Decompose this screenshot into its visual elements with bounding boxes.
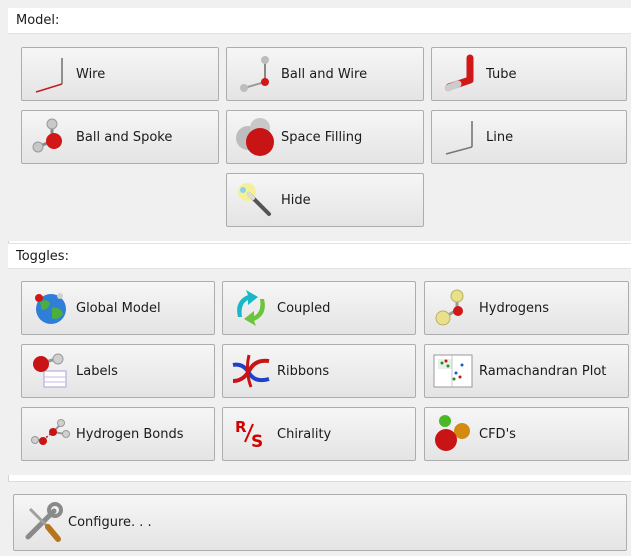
hydrogens-label: Hydrogens	[479, 300, 549, 316]
labels-label: Labels	[76, 363, 118, 379]
ramachandran-plot-button[interactable]: Ramachandran Plot	[424, 344, 629, 398]
globe-icon	[28, 286, 72, 330]
hydrogen-bonds-button[interactable]: Hydrogen Bonds	[21, 407, 215, 461]
configure-button[interactable]: Configure. . .	[13, 494, 627, 551]
space-filling-label: Space Filling	[281, 129, 363, 145]
ramachandran-plot-icon	[431, 349, 475, 393]
toggles-section-title: Toggles:	[16, 249, 69, 264]
line-icon	[438, 115, 482, 159]
coupled-button[interactable]: Coupled	[222, 281, 416, 335]
space-filling-button[interactable]: Space Filling	[226, 110, 424, 164]
model-section-body: Wire Ball and Wire Tube Ball and Spoke S…	[8, 34, 631, 241]
ribbon-helix-icon	[229, 349, 273, 393]
labels-icon	[28, 349, 72, 393]
svg-text:R: R	[235, 418, 247, 436]
wire-icon	[28, 52, 72, 96]
tube-label: Tube	[486, 66, 517, 82]
hydrogens-button[interactable]: Hydrogens	[424, 281, 629, 335]
ribbons-button[interactable]: Ribbons	[222, 344, 416, 398]
tube-button[interactable]: Tube	[431, 47, 627, 101]
cfds-label: CFD's	[479, 426, 516, 442]
wire-button[interactable]: Wire	[21, 47, 219, 101]
hydrogen-atoms-icon	[431, 286, 475, 330]
chirality-label: Chirality	[277, 426, 332, 442]
wrench-screwdriver-icon	[20, 501, 64, 545]
line-button[interactable]: Line	[431, 110, 627, 164]
hide-button[interactable]: Hide	[226, 173, 424, 227]
chirality-button[interactable]: R S Chirality	[222, 407, 416, 461]
model-section-title: Model:	[16, 13, 60, 28]
ramachandran-plot-label: Ramachandran Plot	[479, 363, 607, 379]
coupled-label: Coupled	[277, 300, 331, 316]
ball-and-spoke-label: Ball and Spoke	[76, 129, 173, 145]
hydrogen-bond-icon	[28, 412, 72, 456]
model-section-header: Model:	[8, 8, 631, 34]
ball-and-spoke-button[interactable]: Ball and Spoke	[21, 110, 219, 164]
ribbons-label: Ribbons	[277, 363, 330, 379]
hydrogen-bonds-label: Hydrogen Bonds	[76, 426, 184, 442]
labels-button[interactable]: Labels	[21, 344, 215, 398]
tube-icon	[438, 52, 482, 96]
cfds-button[interactable]: CFD's	[424, 407, 629, 461]
global-model-button[interactable]: Global Model	[21, 281, 215, 335]
coupled-arrows-icon	[229, 286, 273, 330]
configure-section: Configure. . .	[8, 481, 631, 556]
space-filling-icon	[233, 115, 277, 159]
ball-and-spoke-icon	[28, 115, 72, 159]
hide-label: Hide	[281, 192, 311, 208]
line-label: Line	[486, 129, 514, 145]
wire-label: Wire	[76, 66, 106, 82]
ball-and-wire-label: Ball and Wire	[281, 66, 368, 82]
ball-and-wire-icon	[233, 52, 277, 96]
global-model-label: Global Model	[76, 300, 161, 316]
chirality-rs-icon: R S	[229, 412, 273, 456]
magic-wand-icon	[233, 178, 277, 222]
toggles-section-header: Toggles:	[8, 243, 631, 269]
cfd-spheres-icon	[431, 412, 475, 456]
svg-text:S: S	[251, 432, 263, 452]
configure-label: Configure. . .	[68, 515, 152, 530]
toggles-section-body: Global Model Coupled Hydrogens Labels Ri…	[8, 269, 631, 475]
ball-and-wire-button[interactable]: Ball and Wire	[226, 47, 424, 101]
